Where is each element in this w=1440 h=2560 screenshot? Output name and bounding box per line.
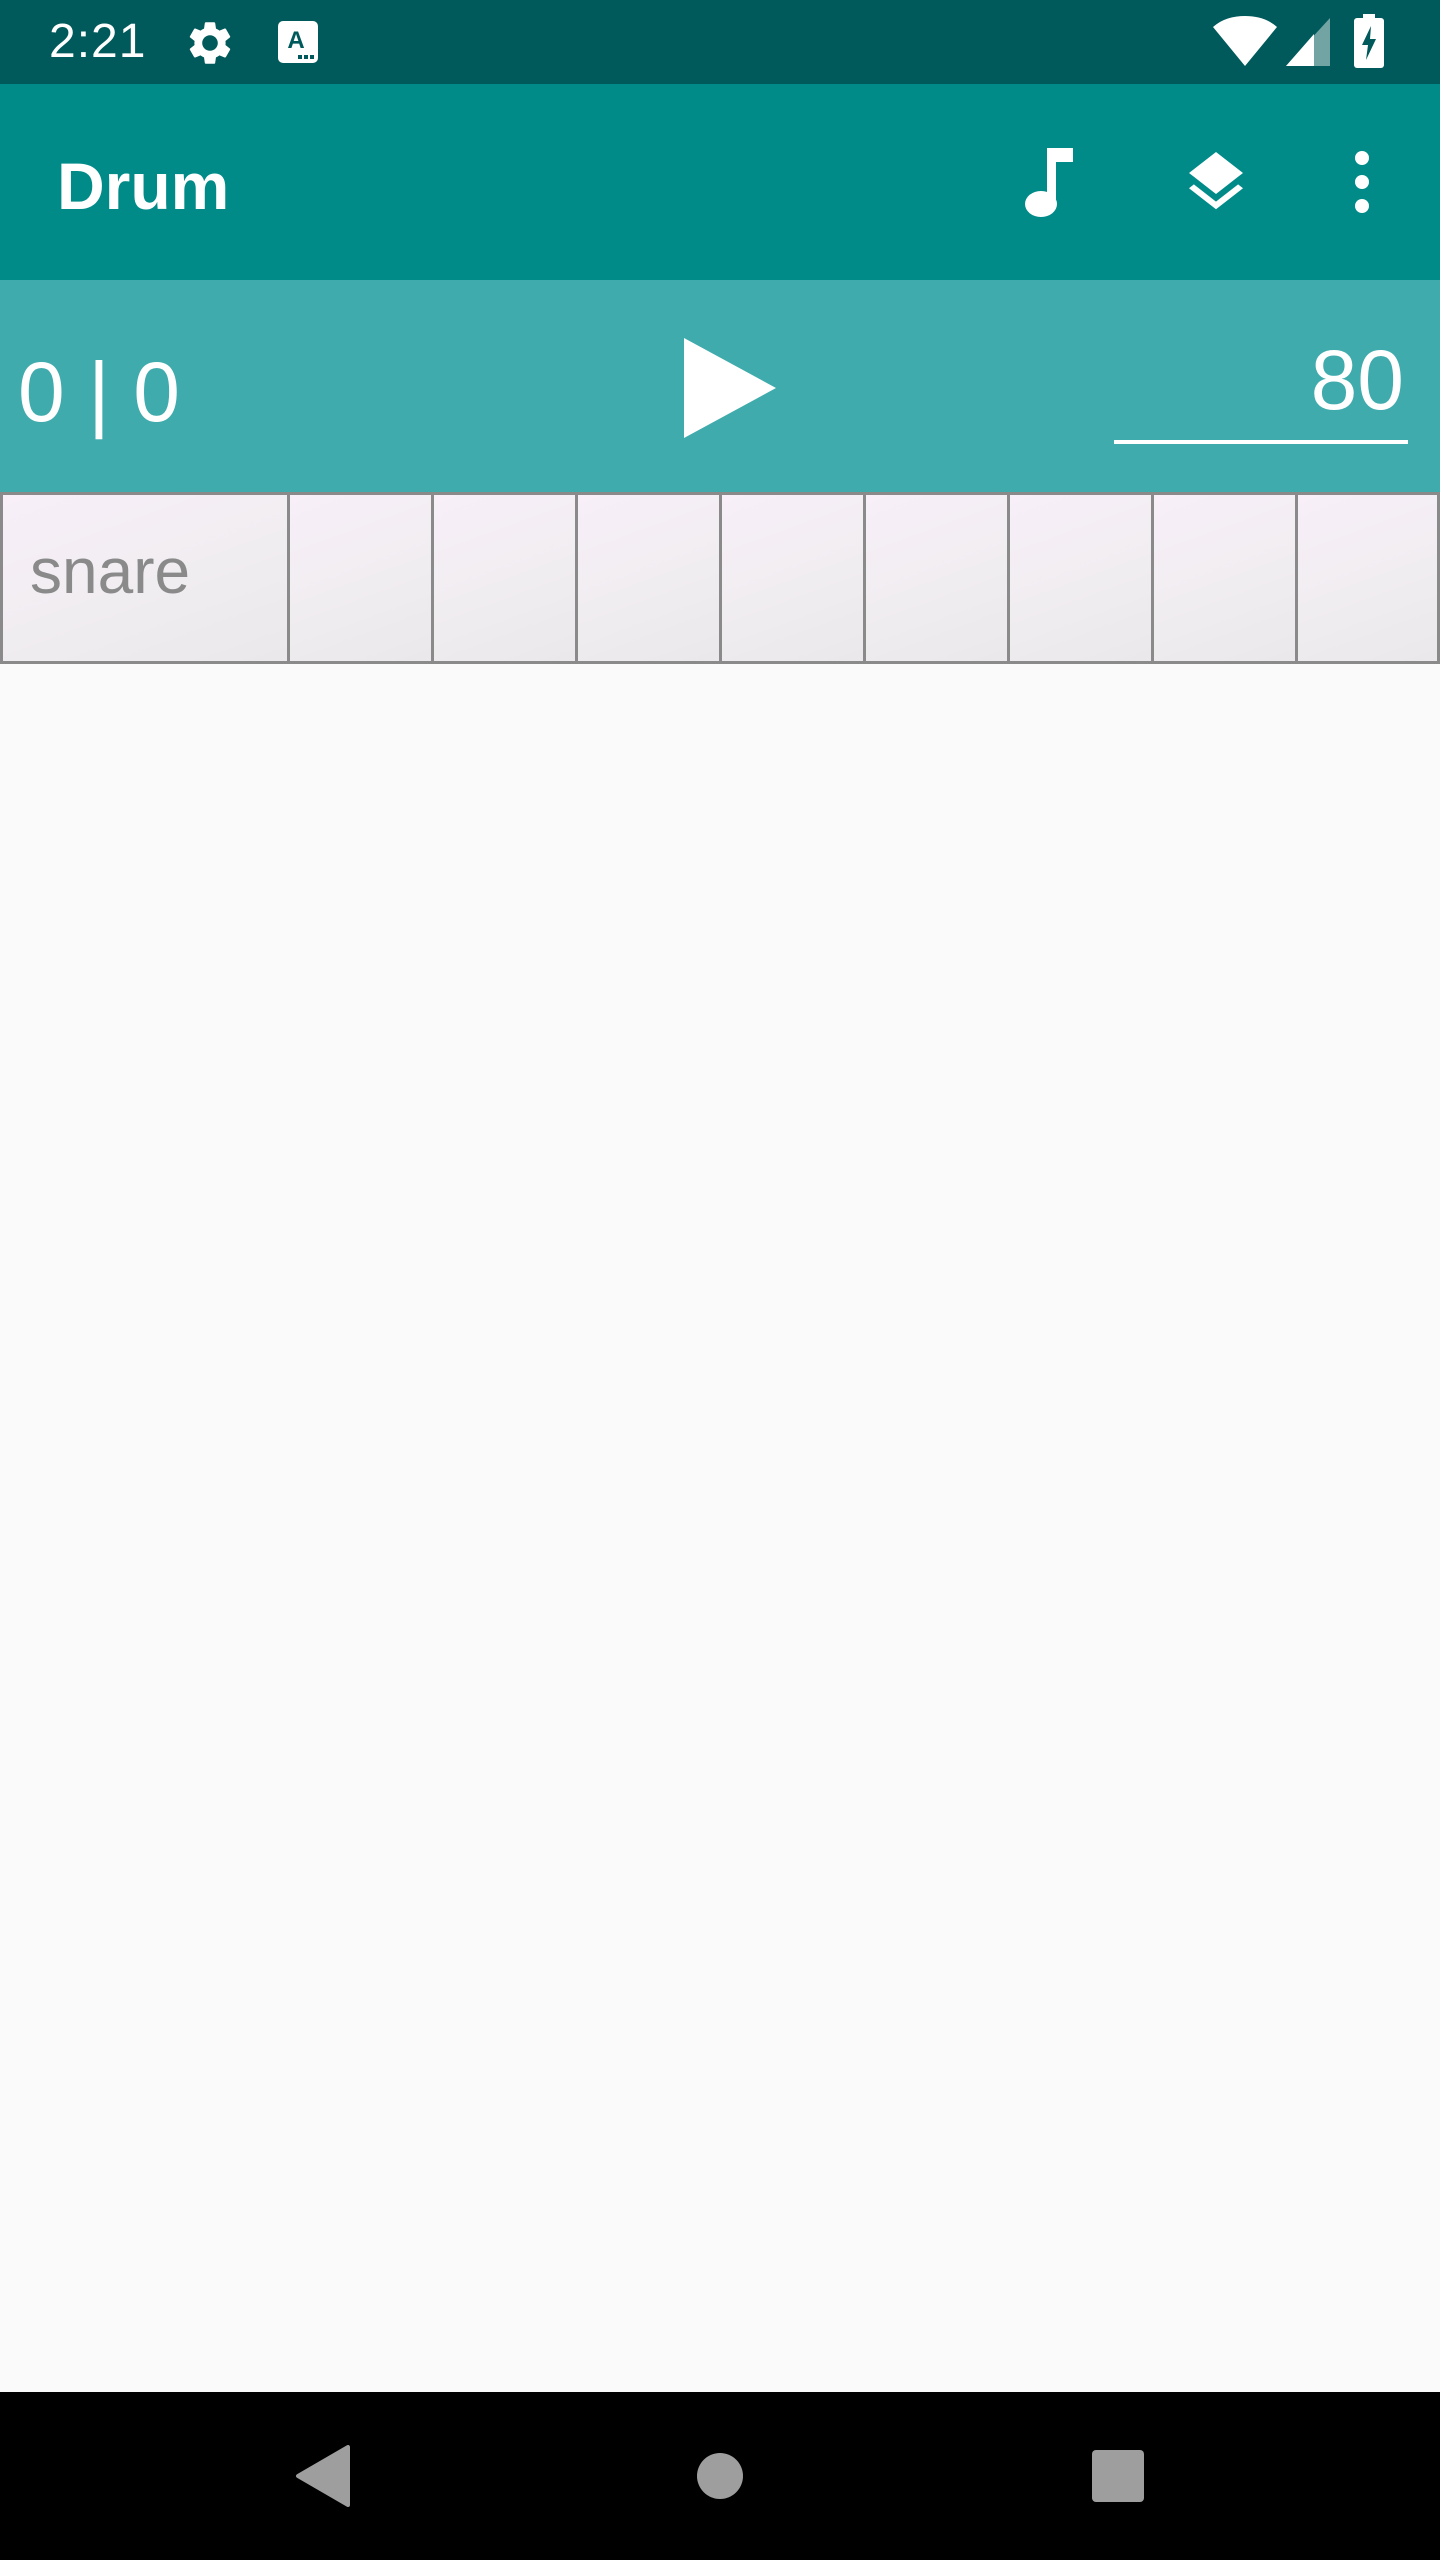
instrument-label: snare [30, 535, 191, 607]
tempo-input[interactable]: 80 [1114, 330, 1408, 444]
app-bar: Drum [0, 84, 1440, 280]
back-icon [296, 2445, 350, 2507]
status-bar: 2:21 A [0, 0, 1440, 84]
content-area [0, 664, 1440, 2392]
recents-button[interactable] [1048, 2406, 1188, 2546]
signal-icon [1286, 18, 1330, 66]
music-note-button[interactable] [992, 126, 1104, 238]
svg-text:A: A [287, 27, 304, 54]
step-cell-2[interactable] [431, 492, 578, 664]
home-button[interactable] [650, 2406, 790, 2546]
instrument-selector[interactable]: snare [0, 492, 290, 664]
music-note-icon [1025, 148, 1073, 217]
control-bar: 0 | 0 80 [0, 280, 1440, 492]
navigation-bar [0, 2392, 1440, 2560]
step-cell-8[interactable] [1295, 492, 1440, 664]
step-cell-3[interactable] [575, 492, 722, 664]
step-cell-7[interactable] [1151, 492, 1298, 664]
app-title: Drum [57, 149, 230, 223]
sequencer-track-row: snare [0, 492, 1440, 664]
status-time: 2:21 [49, 15, 147, 68]
keyboard-a-icon: A [278, 21, 318, 63]
step-cell-1[interactable] [287, 492, 434, 664]
step-cell-5[interactable] [863, 492, 1010, 664]
tempo-value: 80 [1310, 333, 1404, 427]
battery-charging-icon [1354, 14, 1384, 68]
settings-icon [189, 22, 231, 64]
play-icon [684, 338, 776, 438]
overflow-menu-button[interactable] [1306, 126, 1418, 238]
layers-button[interactable] [1160, 126, 1272, 238]
play-button[interactable] [660, 326, 800, 450]
back-button[interactable] [252, 2406, 392, 2546]
overflow-menu-icon [1355, 151, 1369, 213]
step-cell-4[interactable] [719, 492, 866, 664]
layers-icon [1189, 152, 1243, 210]
position-counter: 0 | 0 [18, 345, 180, 439]
wifi-icon [1213, 16, 1277, 66]
step-cell-6[interactable] [1007, 492, 1154, 664]
home-icon [697, 2453, 743, 2499]
recents-icon [1092, 2450, 1144, 2502]
